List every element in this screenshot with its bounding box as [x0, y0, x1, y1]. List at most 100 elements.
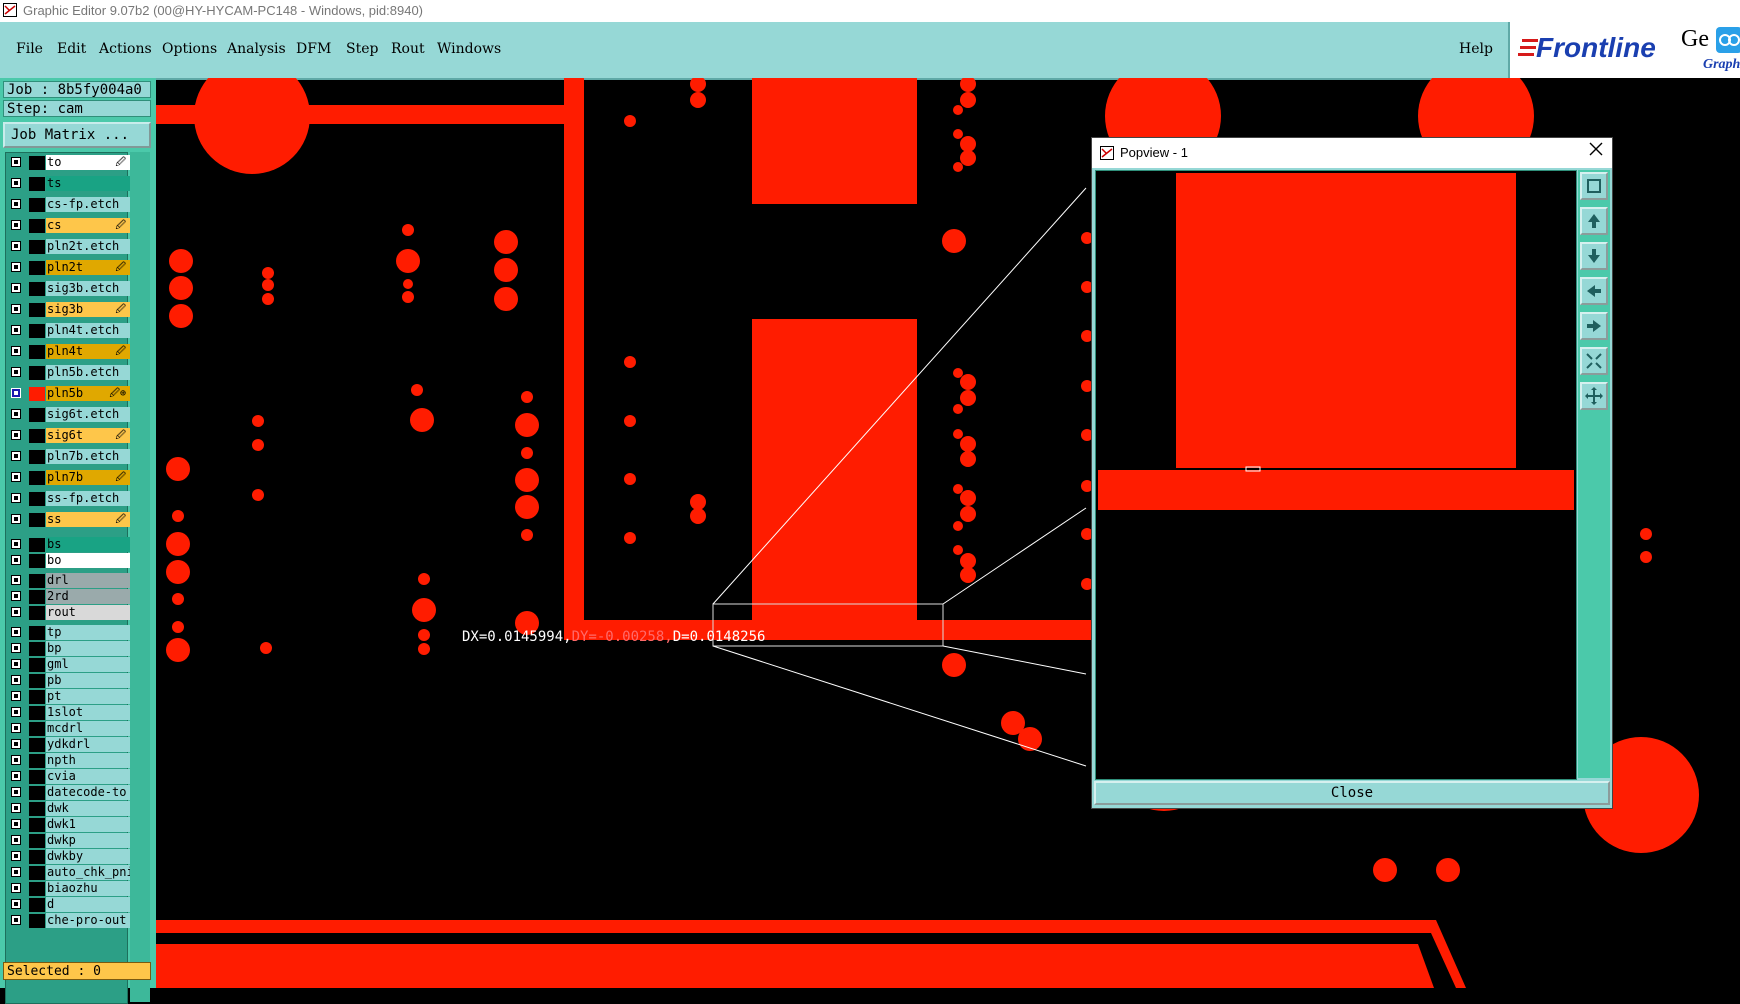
layer-row[interactable]: pln7b 🖉 [6, 470, 130, 486]
layer-checkbox[interactable] [11, 283, 21, 293]
layer-name[interactable]: sig6t.etch [46, 407, 130, 422]
layer-checkbox[interactable] [11, 643, 21, 653]
layer-checkbox[interactable] [11, 787, 21, 797]
layer-checkbox[interactable] [11, 835, 21, 845]
pv-zoom-out-icon[interactable] [1580, 382, 1608, 410]
layer-name[interactable]: pln4t.etch [46, 323, 130, 338]
pv-zoom-home-icon[interactable] [1580, 172, 1608, 200]
layer-name[interactable]: ydkdrl [46, 737, 130, 752]
layer-checkbox[interactable] [11, 157, 21, 167]
layer-name[interactable]: sig3b.etch [46, 281, 130, 296]
layer-checkbox[interactable] [11, 539, 21, 549]
layer-checkbox[interactable] [11, 607, 21, 617]
layer-row[interactable]: sig3b 🖉 [6, 302, 130, 318]
menu-options[interactable]: Options [162, 41, 217, 57]
layer-checkbox[interactable] [11, 304, 21, 314]
layer-checkbox[interactable] [11, 241, 21, 251]
layer-name[interactable]: sig6t 🖉 [46, 428, 130, 443]
layer-name[interactable]: 1slot [46, 705, 130, 720]
layer-row[interactable]: bs [6, 537, 130, 553]
layer-row[interactable]: ydkdrl [6, 737, 130, 753]
layer-name[interactable]: datecode-to [46, 785, 130, 800]
layer-checkbox[interactable] [11, 659, 21, 669]
layer-row[interactable]: d [6, 897, 130, 913]
layer-row[interactable]: drl [6, 573, 130, 589]
layer-checkbox[interactable] [11, 409, 21, 419]
layer-checkbox[interactable] [11, 755, 21, 765]
layer-checkbox[interactable] [11, 675, 21, 685]
menu-dfm[interactable]: DFM [296, 41, 331, 57]
layer-name[interactable]: ss-fp.etch [46, 491, 130, 506]
layer-row[interactable]: ts [6, 176, 130, 192]
pv-pan-down-icon[interactable] [1580, 242, 1608, 270]
layer-checkbox[interactable] [11, 388, 21, 398]
layer-name[interactable]: mcdrl [46, 721, 130, 736]
layer-name[interactable]: 2rd [46, 589, 130, 604]
layer-checkbox[interactable] [11, 627, 21, 637]
layer-row[interactable]: pt [6, 689, 130, 705]
layer-name[interactable]: to 🖉 [46, 155, 130, 170]
layer-row[interactable]: mcdrl [6, 721, 130, 737]
layer-checkbox[interactable] [11, 819, 21, 829]
layer-row[interactable]: pln2t.etch [6, 239, 130, 255]
popview-viewport[interactable] [1095, 170, 1577, 780]
layer-row[interactable]: dwkp [6, 833, 130, 849]
layer-name[interactable]: pln5b.etch [46, 365, 130, 380]
layer-row[interactable]: bp [6, 641, 130, 657]
layer-name[interactable]: npth [46, 753, 130, 768]
layer-checkbox[interactable] [11, 178, 21, 188]
popview-close-button[interactable]: Close [1094, 781, 1610, 805]
pv-pan-right-icon[interactable] [1580, 312, 1608, 340]
layer-row[interactable]: datecode-to [6, 785, 130, 801]
layer-checkbox[interactable] [11, 851, 21, 861]
layer-name[interactable]: che-pro-out [46, 913, 130, 928]
layer-row[interactable]: ss 🖉 [6, 512, 130, 528]
layer-name[interactable]: auto_chk_pni [46, 865, 130, 880]
layer-row[interactable]: che-pro-out [6, 913, 130, 929]
layer-name[interactable]: dwkp [46, 833, 130, 848]
layer-row[interactable]: biaozhu [6, 881, 130, 897]
layer-name[interactable]: bs [46, 537, 130, 552]
layer-name[interactable]: sig3b 🖉 [46, 302, 130, 317]
layer-row[interactable]: pln4t 🖉 [6, 344, 130, 360]
layer-checkbox[interactable] [11, 220, 21, 230]
layer-name[interactable]: drl [46, 573, 130, 588]
layer-checkbox[interactable] [11, 707, 21, 717]
layer-checkbox[interactable] [11, 514, 21, 524]
layer-checkbox[interactable] [11, 915, 21, 925]
layer-row[interactable]: pb [6, 673, 130, 689]
layer-name[interactable]: pln4t 🖉 [46, 344, 130, 359]
layer-checkbox[interactable] [11, 883, 21, 893]
layer-checkbox[interactable] [11, 493, 21, 503]
layer-name[interactable]: pln7b.etch [46, 449, 130, 464]
layer-checkbox[interactable] [11, 346, 21, 356]
layer-name[interactable]: tp [46, 625, 130, 640]
layer-row[interactable]: sig6t 🖉 [6, 428, 130, 444]
layer-row[interactable]: tp [6, 625, 130, 641]
menu-edit[interactable]: Edit [57, 41, 86, 57]
layer-row[interactable]: 2rd [6, 589, 130, 605]
layer-checkbox[interactable] [11, 723, 21, 733]
layer-checkbox[interactable] [11, 430, 21, 440]
layer-checkbox[interactable] [11, 867, 21, 877]
pv-pan-left-icon[interactable] [1580, 277, 1608, 305]
menu-analysis[interactable]: Analysis [227, 41, 286, 57]
layer-checkbox[interactable] [11, 367, 21, 377]
layer-checkbox[interactable] [11, 739, 21, 749]
layer-checkbox[interactable] [11, 199, 21, 209]
job-matrix-button[interactable]: Job Matrix ... [3, 122, 151, 148]
layer-checkbox[interactable] [11, 325, 21, 335]
pv-pan-up-icon[interactable] [1580, 207, 1608, 235]
layer-row[interactable]: pln2t 🖉 [6, 260, 130, 276]
menu-windows[interactable]: Windows [437, 41, 501, 57]
layer-row[interactable]: 1slot [6, 705, 130, 721]
layer-checkbox[interactable] [11, 575, 21, 585]
menu-actions[interactable]: Actions [99, 41, 152, 57]
layer-checkbox[interactable] [11, 771, 21, 781]
layer-checkbox[interactable] [11, 803, 21, 813]
layer-row[interactable]: pln5b 🖉⊕ [6, 386, 130, 402]
layer-name[interactable]: cvia [46, 769, 130, 784]
layer-name[interactable]: pln2t.etch [46, 239, 130, 254]
layer-row[interactable]: cs-fp.etch [6, 197, 130, 213]
layer-name[interactable]: gml [46, 657, 130, 672]
